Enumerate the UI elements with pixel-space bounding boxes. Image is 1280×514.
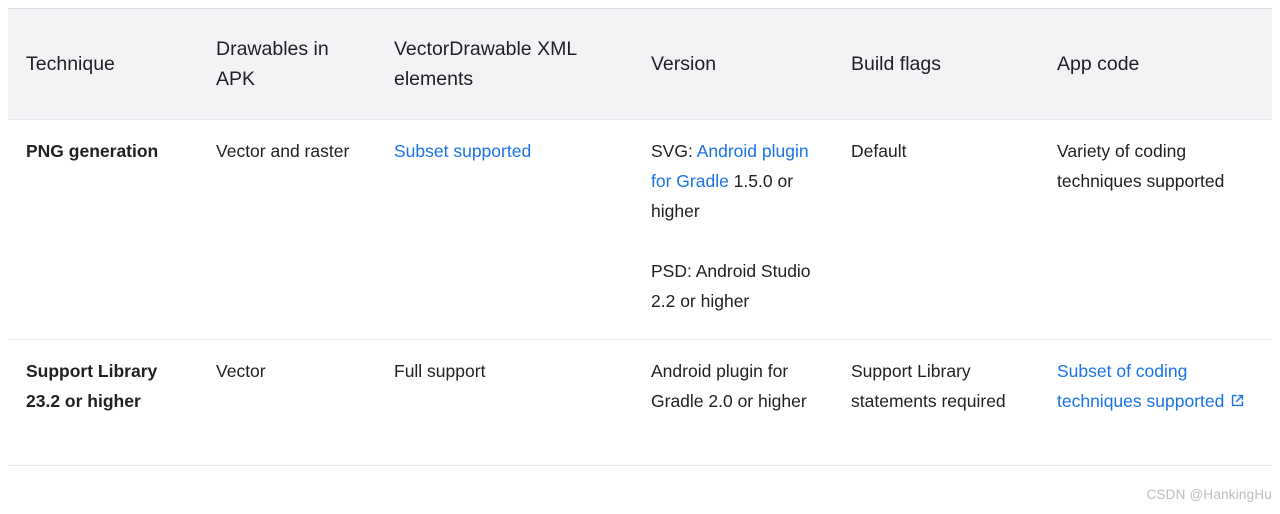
column-header-app-code: App code [1045,8,1272,120]
column-header-vectordrawable-xml-elements: VectorDrawable XML elements [381,8,636,120]
version-svg-paragraph: SVG: Android plugin for Gradle 1.5.0 or … [651,136,817,226]
column-header-version: Version [636,8,839,120]
cell-vectordrawable-xml-elements: Full support [381,339,636,466]
table-header-row: Technique Drawables in APK VectorDrawabl… [8,8,1272,120]
column-header-build-flags: Build flags [839,8,1045,120]
cell-build-flags: Default [839,119,1045,340]
cell-version: Android plugin for Gradle 2.0 or higher [636,339,839,466]
table-row: Support Library 23.2 or higher Vector Fu… [8,339,1272,466]
column-header-drawables-in-apk-label: Drawables in APK [216,38,329,90]
table-row: PNG generation Vector and raster Subset … [8,119,1272,340]
cell-drawables-in-apk: Vector and raster [202,119,381,340]
table-body: PNG generation Vector and raster Subset … [8,119,1272,466]
column-header-build-flags-label: Build flags [851,53,941,75]
column-header-technique-label: Technique [26,53,115,75]
column-header-vectordrawable-xml-elements-label: VectorDrawable XML elements [394,38,577,90]
cell-xml-elements-content: Subset supported [381,120,636,166]
vectordrawable-comparison-table: Technique Drawables in APK VectorDrawabl… [8,8,1272,466]
cell-build-flags: Support Library statements required [839,339,1045,466]
subset-of-coding-techniques-supported-link[interactable]: Subset of coding techniques supported [1057,361,1246,411]
cell-version-text: Android plugin for Gradle 2.0 or higher [651,361,807,411]
cell-version-content: SVG: Android plugin for Gradle 1.5.0 or … [636,120,839,316]
version-psd-paragraph: PSD: Android Studio 2.2 or higher [651,261,811,311]
cell-vectordrawable-xml-elements: Subset supported [381,119,636,340]
cell-version: SVG: Android plugin for Gradle 1.5.0 or … [636,119,839,340]
cell-drawables-in-apk-text: Vector and raster [216,141,350,161]
cell-technique-text: PNG generation [26,141,159,161]
table-header: Technique Drawables in APK VectorDrawabl… [8,8,1272,120]
external-link-icon [1229,392,1246,409]
subset-supported-link[interactable]: Subset supported [394,141,531,161]
cell-technique: PNG generation [8,119,202,340]
app-code-link-label: Subset of coding techniques supported [1057,361,1225,411]
cell-app-code: Variety of coding techniques supported [1045,119,1272,340]
column-header-technique: Technique [8,8,202,120]
cell-technique-text: Support Library 23.2 or higher [26,361,158,411]
cell-xml-elements-text: Full support [394,361,486,381]
cell-build-flags-text: Default [851,141,907,161]
cell-technique: Support Library 23.2 or higher [8,339,202,466]
comparison-table-wrapper: Technique Drawables in APK VectorDrawabl… [8,8,1272,466]
watermark: CSDN @HankingHu [1146,487,1272,502]
cell-app-code-content: Subset of coding techniques supported [1045,340,1272,416]
version-svg-prefix: SVG: [651,141,697,161]
cell-app-code: Subset of coding techniques supported [1045,339,1272,466]
cell-build-flags-text: Support Library statements required [851,361,1006,411]
cell-drawables-in-apk: Vector [202,339,381,466]
column-header-version-label: Version [651,53,717,75]
cell-app-code-text: Variety of coding techniques supported [1057,141,1225,191]
column-header-drawables-in-apk: Drawables in APK [202,8,381,120]
cell-drawables-in-apk-text: Vector [216,361,266,381]
column-header-app-code-label: App code [1057,53,1140,75]
